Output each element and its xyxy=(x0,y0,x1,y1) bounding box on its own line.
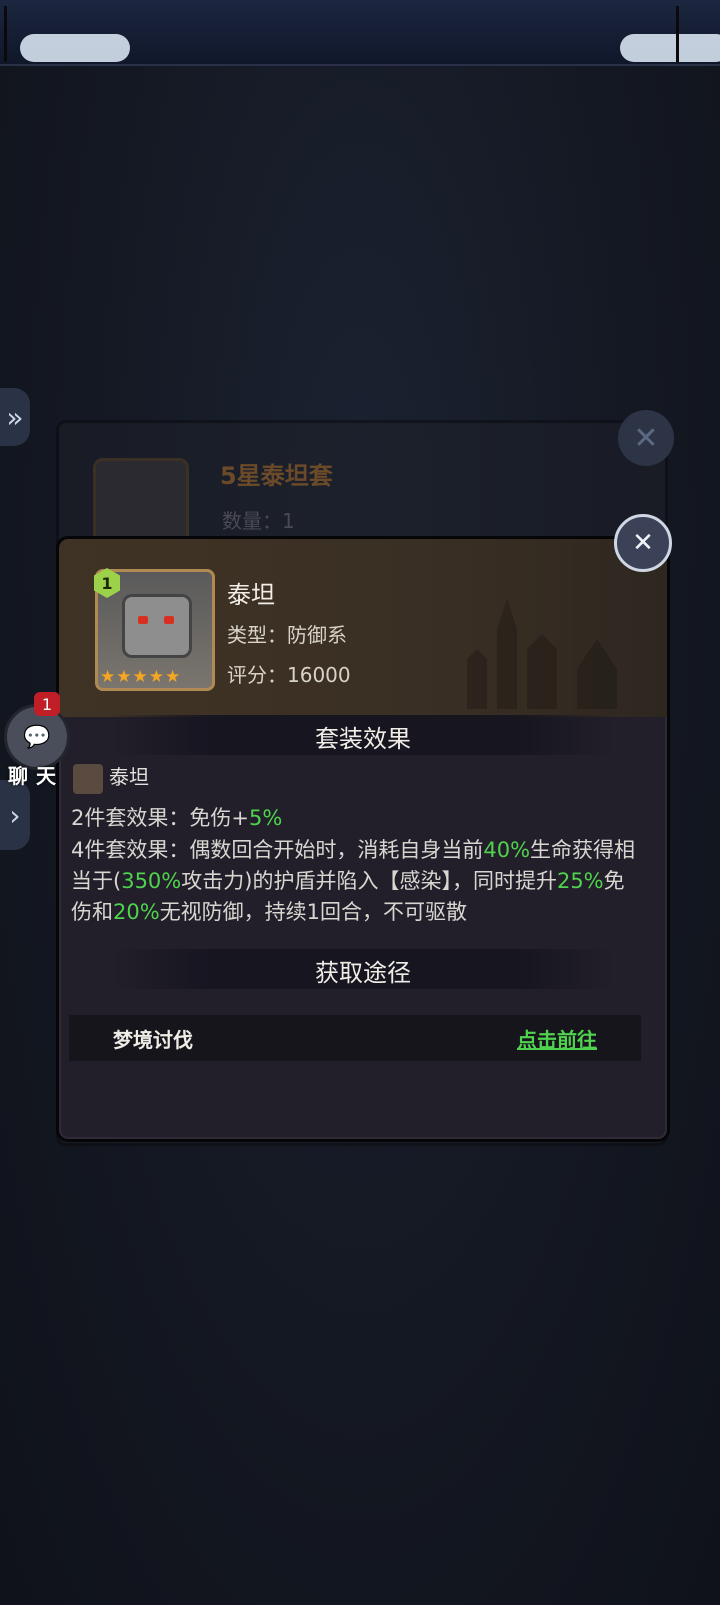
side-arrow-tab[interactable]: › xyxy=(0,780,30,850)
hero-score: 评分：16000 xyxy=(227,663,351,687)
source-row: 梦境讨伐 点击前往 xyxy=(69,1015,641,1061)
goto-source-link[interactable]: 点击前往 xyxy=(517,1024,597,1053)
four-piece-effect: 4件套效果：偶数回合开始时，消耗自身当前40%生命获得相当于(350%攻击力)的… xyxy=(71,835,641,928)
set-name: 泰坦 xyxy=(109,765,149,789)
hero-type: 类型：防御系 xyxy=(227,623,347,647)
four-piece-text: 攻击力)的护盾并陷入【感染】，同时提升 xyxy=(181,869,557,893)
chat-label[interactable]: 聊天 xyxy=(8,760,64,789)
star-icon: ★ xyxy=(116,667,132,687)
hero-portrait[interactable]: 1 ★ ★ ★ ★ ★ xyxy=(94,568,215,691)
background-set-title: 5星泰坦套 xyxy=(220,462,333,490)
source-name: 梦境讨伐 xyxy=(113,1027,193,1052)
golem-face-icon xyxy=(122,594,192,658)
chat-unread-badge: 1 xyxy=(34,692,60,716)
four-piece-value: 40% xyxy=(483,838,531,862)
close-icon[interactable]: ✕ xyxy=(614,514,672,572)
two-piece-label: 2件套效果：免伤+ xyxy=(71,806,249,830)
star-icon: ★ xyxy=(132,667,148,687)
expand-side-tab[interactable]: » xyxy=(0,388,30,446)
source-title: 获取途径 xyxy=(315,959,411,987)
four-piece-text: 4件套效果：偶数回合开始时，消耗自身当前 xyxy=(71,838,484,862)
set-effect-title: 套装效果 xyxy=(315,725,411,753)
two-piece-value: 5% xyxy=(248,806,283,830)
background-set-icon xyxy=(93,458,189,544)
hero-name: 泰坦 xyxy=(227,581,275,609)
background-set-quantity: 数量：1 xyxy=(222,509,295,533)
panel-header: 1 ★ ★ ★ ★ ★ 泰坦 类型：防御系 评分：16000 xyxy=(59,539,667,717)
star-rating: ★ ★ ★ ★ ★ xyxy=(100,669,180,686)
star-icon: ★ xyxy=(100,667,116,687)
four-piece-value: 25% xyxy=(556,869,604,893)
four-piece-text: 无视防御，持续1回合，不可驱散 xyxy=(159,900,468,924)
cloud-decoration xyxy=(20,34,130,62)
four-piece-value: 20% xyxy=(113,900,160,924)
two-piece-effect: 2件套效果：免伤+5% xyxy=(71,803,641,834)
equipment-detail-panel: 1 ★ ★ ★ ★ ★ 泰坦 类型：防御系 评分：16000 套装效果 泰坦 2… xyxy=(56,536,670,1142)
set-name-row: 泰坦 xyxy=(73,761,149,794)
titan-set-icon xyxy=(73,763,103,794)
top-bar xyxy=(0,0,720,66)
tree-decoration xyxy=(676,6,719,62)
level-badge: 1 xyxy=(94,568,120,598)
eye-icon xyxy=(164,616,174,624)
star-icon: ★ xyxy=(148,667,164,687)
star-icon: ★ xyxy=(165,667,181,687)
four-piece-value: 350% xyxy=(121,869,182,893)
castle-silhouette-icon xyxy=(467,599,617,709)
eye-icon xyxy=(138,616,148,624)
background-close-icon[interactable]: ✕ xyxy=(618,410,674,466)
